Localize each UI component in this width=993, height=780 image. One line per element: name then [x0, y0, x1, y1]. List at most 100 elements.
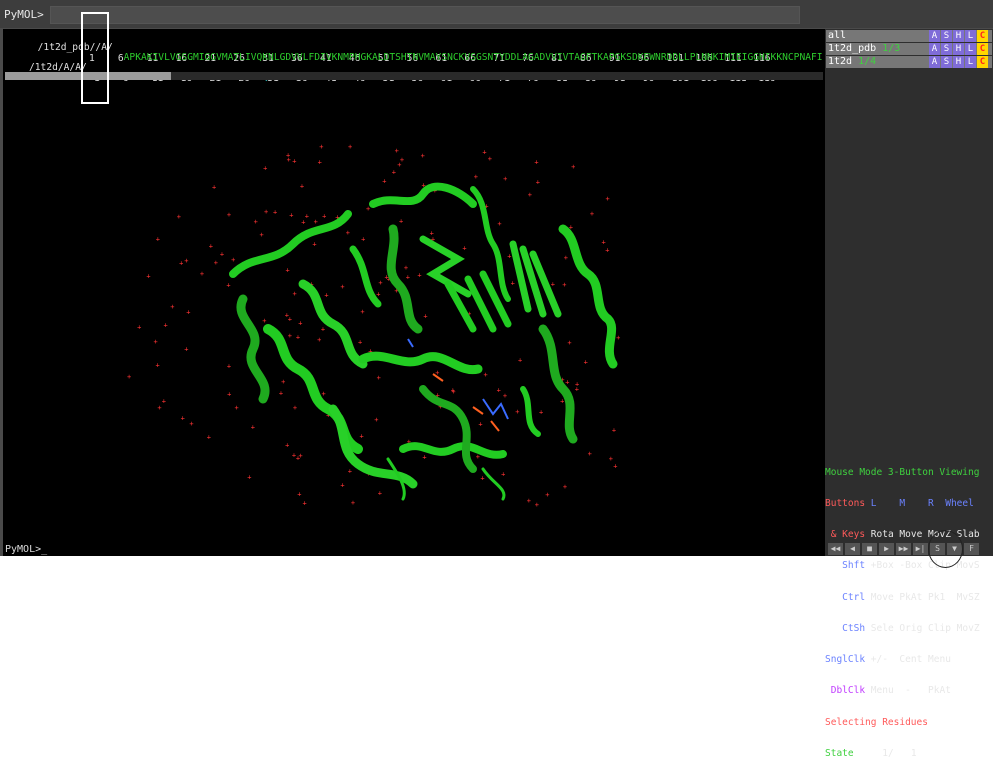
water-marker: + [137, 324, 141, 332]
action-button[interactable]: A [929, 43, 940, 55]
selecting-mode[interactable]: Selecting Residues [825, 717, 993, 728]
water-marker: + [360, 433, 364, 441]
water-marker: + [497, 386, 501, 394]
water-marker: + [235, 404, 239, 412]
bottom-prompt[interactable]: PyMOL>_ [5, 544, 47, 555]
hide-button[interactable]: H [953, 43, 964, 55]
water-marker: + [451, 387, 455, 395]
label-button[interactable]: L [965, 43, 976, 55]
water-marker: + [480, 474, 484, 482]
water-marker: + [292, 157, 296, 165]
object-name: 1t2d 1/4 [828, 56, 877, 67]
water-marker: + [584, 358, 588, 366]
water-marker: + [279, 389, 283, 397]
object-row-all[interactable]: all A S H L C [826, 30, 992, 42]
object-row-1t2d[interactable]: 1t2d 1/4 A S H L C [826, 56, 992, 68]
color-button[interactable]: C [977, 43, 988, 55]
object-name: 1t2d_pdb 1/3 [828, 43, 901, 54]
3d-viewer[interactable]: /1t2d_pdb//A/ 1 6 11 16 21 26 31 36 41 4… [3, 29, 825, 543]
water-marker: + [297, 491, 301, 499]
water-marker: + [422, 453, 426, 461]
water-marker: + [462, 245, 466, 253]
water-marker: + [478, 420, 482, 428]
water-marker: + [602, 238, 606, 246]
water-marker: + [351, 499, 355, 507]
bottom-command-line[interactable]: PyMOL>_ [3, 543, 825, 556]
object-row-1t2d_pdb[interactable]: 1t2d_pdb 1/3 A S H L C [826, 43, 992, 55]
mouse-ctrl-row: Ctrl Move PkAt Pk1 MvSZ [842, 591, 980, 603]
water-marker: + [298, 319, 302, 327]
water-marker: + [287, 156, 291, 164]
mouse-ctsh-row: CtSh Sele Orig Clip MovZ [842, 622, 980, 634]
water-marker: + [488, 155, 492, 163]
water-marker: + [184, 346, 188, 354]
movie-controls: ◀◀ ◀ ■ ▶ ▶▶ ▶| S ▼ F [825, 543, 993, 555]
end-button[interactable]: ▶| [913, 543, 928, 555]
color-button[interactable]: C [977, 30, 988, 42]
water-marker: + [497, 220, 501, 228]
hide-button[interactable]: H [953, 56, 964, 68]
water-marker: + [536, 178, 540, 186]
water-marker: + [535, 501, 539, 509]
water-marker: + [503, 392, 507, 400]
show-button[interactable]: S [941, 43, 952, 55]
water-marker: + [575, 386, 579, 394]
water-marker: + [212, 184, 216, 192]
water-marker: + [378, 490, 382, 498]
water-marker: + [281, 378, 285, 386]
back-button[interactable]: ◀ [845, 543, 860, 555]
object-panel: all A S H L C 1t2d_pdb 1/3 A S H L C 1t2… [825, 29, 993, 758]
mouse-mode-title[interactable]: Mouse Mode 3-Button Viewing [825, 467, 993, 478]
water-marker: + [563, 483, 567, 491]
water-marker: + [262, 317, 266, 325]
state-row: State 1/ 1 [825, 747, 917, 759]
stop-button[interactable]: ■ [862, 543, 877, 555]
water-marker: + [220, 251, 224, 259]
label-button[interactable]: L [965, 56, 976, 68]
color-button[interactable]: C [977, 56, 988, 68]
show-button[interactable]: S [941, 56, 952, 68]
water-marker: + [590, 210, 594, 218]
protein-structure[interactable]: + + + + + + + + + + + + + + + + + + + + + + + + + + + + + + + + + + + + + + + +… [3, 29, 825, 543]
water-marker: + [545, 491, 549, 499]
water-marker: + [321, 325, 325, 333]
mouse-snglclk-row: SnglClk +/- Cent Menu [825, 654, 951, 666]
water-marker: + [181, 414, 185, 422]
water-marker: + [534, 159, 538, 167]
water-marker: + [292, 451, 296, 459]
water-marker: + [189, 420, 193, 428]
water-marker: + [567, 339, 571, 347]
forward-button[interactable]: ▶▶ [896, 543, 911, 555]
water-marker: + [186, 309, 190, 317]
water-marker: + [127, 373, 131, 381]
water-marker: + [322, 212, 326, 220]
play-button[interactable]: ▶ [879, 543, 894, 555]
hide-button[interactable]: H [953, 30, 964, 42]
water-marker: + [474, 173, 478, 181]
water-marker: + [382, 178, 386, 186]
water-marker: + [482, 148, 486, 156]
rewind-button[interactable]: ◀◀ [828, 543, 843, 555]
water-marker: + [346, 229, 350, 237]
label-button[interactable]: L [965, 30, 976, 42]
water-marker: + [507, 253, 511, 261]
command-prompt-label: PyMOL> [4, 8, 44, 21]
mouse-keys-row: & Keys Rota Move MovZ Slab [830, 529, 980, 541]
cartoon-ribbon [229, 182, 618, 501]
water-marker: + [184, 257, 188, 265]
fullscreen-button[interactable]: F [964, 543, 979, 555]
water-marker: + [503, 175, 507, 183]
water-marker: + [612, 427, 616, 435]
action-button[interactable]: A [929, 56, 940, 68]
water-marker: + [539, 408, 543, 416]
show-button[interactable]: S [941, 30, 952, 42]
water-marker: + [616, 334, 620, 342]
highlight-circle [928, 530, 963, 568]
water-marker: + [565, 378, 569, 386]
water-marker: + [588, 450, 592, 458]
water-marker: + [484, 371, 488, 379]
command-input[interactable] [50, 6, 800, 24]
action-button[interactable]: A [929, 30, 940, 42]
water-marker: + [296, 333, 300, 341]
water-marker: + [303, 499, 307, 507]
